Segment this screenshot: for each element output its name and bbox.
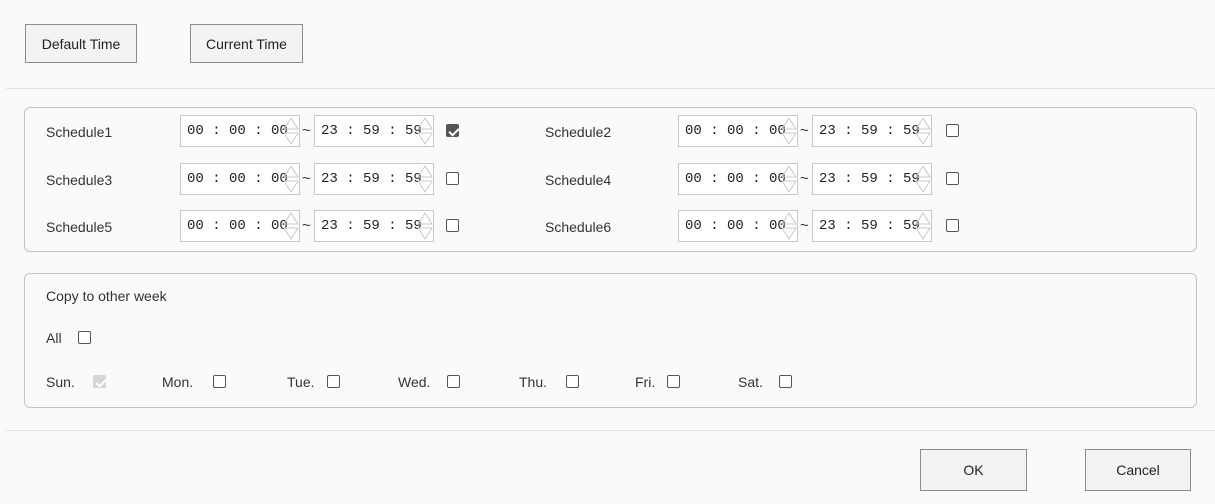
schedule-2-label: Schedule2 (545, 124, 612, 140)
schedule-2-end-spinner[interactable] (914, 115, 932, 147)
schedule-4-start-spinner[interactable] (780, 163, 798, 195)
day-fri-checkbox[interactable] (667, 375, 680, 388)
schedule-2-start-spinner[interactable] (780, 115, 798, 147)
all-label: All (46, 330, 62, 346)
day-thu-checkbox[interactable] (566, 375, 579, 388)
schedule-2-enable-checkbox[interactable] (946, 124, 959, 137)
schedule-1-enable-checkbox[interactable] (446, 124, 459, 137)
schedule-1-end-spinner[interactable] (416, 115, 434, 147)
top-divider (6, 88, 1215, 89)
schedule-3-separator: ~ (302, 170, 311, 187)
day-fri-label: Fri. (635, 374, 656, 390)
all-checkbox[interactable] (78, 331, 91, 344)
day-sat-checkbox[interactable] (779, 375, 792, 388)
schedule-3-label: Schedule3 (46, 172, 113, 188)
day-sat-label: Sat. (738, 374, 763, 390)
day-thu-label: Thu. (519, 374, 548, 390)
schedule-6-separator: ~ (800, 217, 809, 234)
schedule-5-separator: ~ (302, 217, 311, 234)
schedule-4-label: Schedule4 (545, 172, 612, 188)
ok-button[interactable]: OK (920, 449, 1027, 491)
schedule-4-separator: ~ (800, 170, 809, 187)
schedule-6-start-spinner[interactable] (780, 210, 798, 242)
day-sun-checkbox[interactable] (93, 375, 106, 388)
schedule-3-end-spinner[interactable] (416, 163, 434, 195)
schedule-3-start-spinner[interactable] (282, 163, 300, 195)
copy-title: Copy to other week (46, 288, 167, 304)
cancel-button[interactable]: Cancel (1085, 449, 1191, 491)
day-wed-checkbox[interactable] (447, 375, 460, 388)
schedule-6-enable-checkbox[interactable] (946, 219, 959, 232)
schedule-4-enable-checkbox[interactable] (946, 172, 959, 185)
day-tue-checkbox[interactable] (327, 375, 340, 388)
schedule-5-label: Schedule5 (46, 219, 113, 235)
schedule-5-enable-checkbox[interactable] (446, 219, 459, 232)
copy-group (24, 273, 1197, 408)
day-tue-label: Tue. (287, 374, 315, 390)
schedule-6-end-spinner[interactable] (914, 210, 932, 242)
day-mon-checkbox[interactable] (213, 375, 226, 388)
schedule-4-end-spinner[interactable] (914, 163, 932, 195)
schedule-6-label: Schedule6 (545, 219, 612, 235)
day-sun-label: Sun. (46, 374, 75, 390)
schedule-2-separator: ~ (800, 122, 809, 139)
day-mon-label: Mon. (162, 374, 194, 390)
schedule-5-end-spinner[interactable] (416, 210, 434, 242)
schedule-1-label: Schedule1 (46, 124, 113, 140)
schedule-1-separator: ~ (302, 122, 311, 139)
bottom-divider (6, 430, 1215, 431)
default-time-button[interactable]: Default Time (25, 24, 137, 63)
schedule-5-start-spinner[interactable] (282, 210, 300, 242)
schedule-1-start-spinner[interactable] (282, 115, 300, 147)
schedule-3-enable-checkbox[interactable] (446, 172, 459, 185)
current-time-button[interactable]: Current Time (190, 24, 303, 63)
day-wed-label: Wed. (398, 374, 431, 390)
